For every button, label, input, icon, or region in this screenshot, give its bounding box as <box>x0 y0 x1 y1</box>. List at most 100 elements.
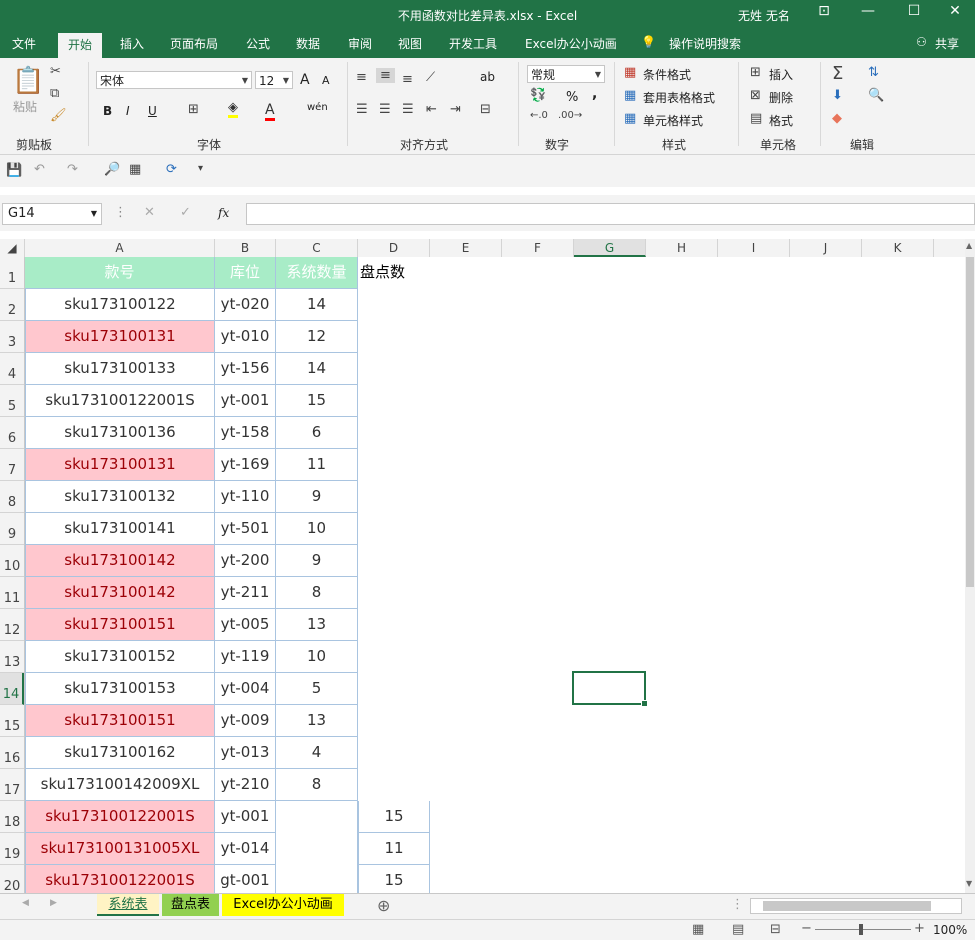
table-cell[interactable]: 14 <box>276 353 358 385</box>
row-header[interactable]: 10 <box>0 545 24 577</box>
customize-qat-icon[interactable]: ▾ <box>198 163 203 174</box>
column-header[interactable]: B <box>215 239 276 257</box>
page-break-view-icon[interactable]: ⊟ <box>770 922 781 937</box>
border-icon[interactable]: ⊞ <box>188 102 199 117</box>
column-header[interactable]: J <box>790 239 862 257</box>
enter-icon[interactable]: ✓ <box>180 205 191 220</box>
table-cell[interactable]: sku173100136 <box>25 417 215 449</box>
zoom-in-icon[interactable]: + <box>914 921 925 936</box>
minimize-icon[interactable]: — <box>848 0 888 26</box>
select-all-corner[interactable]: ◢ <box>0 239 25 257</box>
table-cell[interactable]: sku173100151 <box>25 705 215 737</box>
table-icon[interactable]: ▦ <box>129 162 141 177</box>
table-cell[interactable]: sku173100122001S <box>25 801 215 833</box>
comma-button[interactable]: , <box>592 86 597 102</box>
tab-home[interactable]: 开始 <box>58 33 103 59</box>
next-sheet-icon[interactable]: ▶ <box>50 898 57 908</box>
table-cell[interactable]: yt-014 <box>215 833 276 865</box>
table-cell[interactable]: 6 <box>276 417 358 449</box>
tab-view[interactable]: 视图 <box>398 35 422 52</box>
table-cell[interactable]: 12 <box>276 321 358 353</box>
table-cell[interactable]: sku173100131005XL <box>25 833 215 865</box>
table-cell[interactable]: yt-210 <box>215 769 276 801</box>
table-cell[interactable]: 13 <box>276 705 358 737</box>
fill-handle[interactable] <box>641 700 648 707</box>
column-header[interactable]: A <box>25 239 215 257</box>
prev-sheet-icon[interactable]: ◀ <box>22 898 29 908</box>
header-cell[interactable]: 库位 <box>215 257 276 289</box>
percent-button[interactable]: % <box>566 90 578 105</box>
table-cell[interactable]: sku173100122001S <box>25 865 215 893</box>
hscroll-thumb[interactable] <box>763 901 931 911</box>
find-select-icon[interactable]: 🔍 <box>868 88 884 103</box>
column-header[interactable]: H <box>646 239 718 257</box>
insert-cells-button[interactable]: 插入 <box>769 66 793 83</box>
align-top-icon[interactable]: ≡ <box>356 70 367 85</box>
zoom-level[interactable]: 100% <box>933 923 967 937</box>
user-name[interactable]: 无姓 无名 <box>738 7 790 24</box>
table-cell[interactable]: 14 <box>276 289 358 321</box>
table-cell[interactable]: sku173100131 <box>25 321 215 353</box>
column-header-selected[interactable]: G <box>574 239 646 257</box>
row-header[interactable]: 12 <box>0 609 24 641</box>
page-layout-view-icon[interactable]: ▤ <box>732 922 744 937</box>
table-cell[interactable]: 8 <box>276 769 358 801</box>
cut-icon[interactable]: ✂ <box>50 64 61 79</box>
row-header[interactable]: 14 <box>0 673 24 705</box>
table-cell[interactable]: yt-020 <box>215 289 276 321</box>
table-cell[interactable]: sku173100142 <box>25 545 215 577</box>
paste-button[interactable]: 粘贴 <box>13 98 37 115</box>
tab-formulas[interactable]: 公式 <box>246 35 270 52</box>
cell-styles-button[interactable]: 单元格样式 <box>643 112 703 129</box>
table-cell[interactable]: yt-119 <box>215 641 276 673</box>
sheet-tab-excel-animation[interactable]: Excel办公小动画 <box>222 894 344 916</box>
table-cell[interactable]: yt-001 <box>215 385 276 417</box>
tab-data[interactable]: 数据 <box>296 35 320 52</box>
zoom-slider-thumb[interactable] <box>859 924 863 935</box>
font-color-button[interactable]: A <box>265 102 275 121</box>
accounting-format-icon[interactable]: 💱 <box>530 88 546 103</box>
table-cell[interactable]: sku173100122 <box>25 289 215 321</box>
align-center-icon[interactable]: ☰ <box>379 102 391 117</box>
fill-color-icon[interactable]: ◈ <box>228 100 238 118</box>
table-cell[interactable]: sku173100153 <box>25 673 215 705</box>
save-icon[interactable]: 💾 <box>6 163 22 178</box>
table-cell[interactable] <box>276 833 358 865</box>
fill-icon[interactable]: ⬇ <box>832 88 843 103</box>
format-painter-icon[interactable]: 🖌 <box>50 108 67 123</box>
header-cell[interactable]: 款号 <box>25 257 215 289</box>
row-header[interactable]: 11 <box>0 577 24 609</box>
row-header[interactable]: 4 <box>0 353 24 385</box>
undo-icon[interactable]: ↶ <box>34 162 45 177</box>
table-cell[interactable]: 11 <box>358 833 430 865</box>
table-cell[interactable]: sku173100151 <box>25 609 215 641</box>
tab-review[interactable]: 审阅 <box>348 35 372 52</box>
shrink-font-button[interactable]: A <box>322 74 330 87</box>
tab-page-layout[interactable]: 页面布局 <box>170 35 218 52</box>
table-cell[interactable]: sku173100142 <box>25 577 215 609</box>
italic-button[interactable]: I <box>126 104 130 118</box>
row-header[interactable]: 18 <box>0 801 24 833</box>
row-header[interactable]: 19 <box>0 833 24 865</box>
row-header[interactable]: 17 <box>0 769 24 801</box>
refresh-icon[interactable]: ⟳ <box>166 162 177 177</box>
delete-cells-button[interactable]: 删除 <box>769 89 793 106</box>
insert-function-button[interactable]: fx <box>218 206 229 220</box>
column-header[interactable]: D <box>358 239 430 257</box>
table-cell[interactable]: yt-005 <box>215 609 276 641</box>
header-cell[interactable]: 系统数量 <box>276 257 358 289</box>
column-header[interactable]: C <box>276 239 358 257</box>
table-cell[interactable] <box>276 801 358 833</box>
maximize-icon[interactable]: ☐ <box>894 0 934 26</box>
table-cell[interactable]: 4 <box>276 737 358 769</box>
table-cell[interactable]: gt-001 <box>215 865 276 893</box>
row-header[interactable]: 5 <box>0 385 24 417</box>
font-name-select[interactable]: 宋体 ▼ <box>96 71 252 89</box>
cancel-icon[interactable]: ✕ <box>144 205 155 220</box>
table-cell[interactable]: yt-110 <box>215 481 276 513</box>
table-cell[interactable]: sku173100162 <box>25 737 215 769</box>
table-cell[interactable]: yt-001 <box>215 801 276 833</box>
sheet-tab-system[interactable]: 系统表 <box>97 894 159 916</box>
tab-excel-animation[interactable]: Excel办公小动画 <box>525 35 617 52</box>
close-icon[interactable]: ✕ <box>935 0 975 26</box>
